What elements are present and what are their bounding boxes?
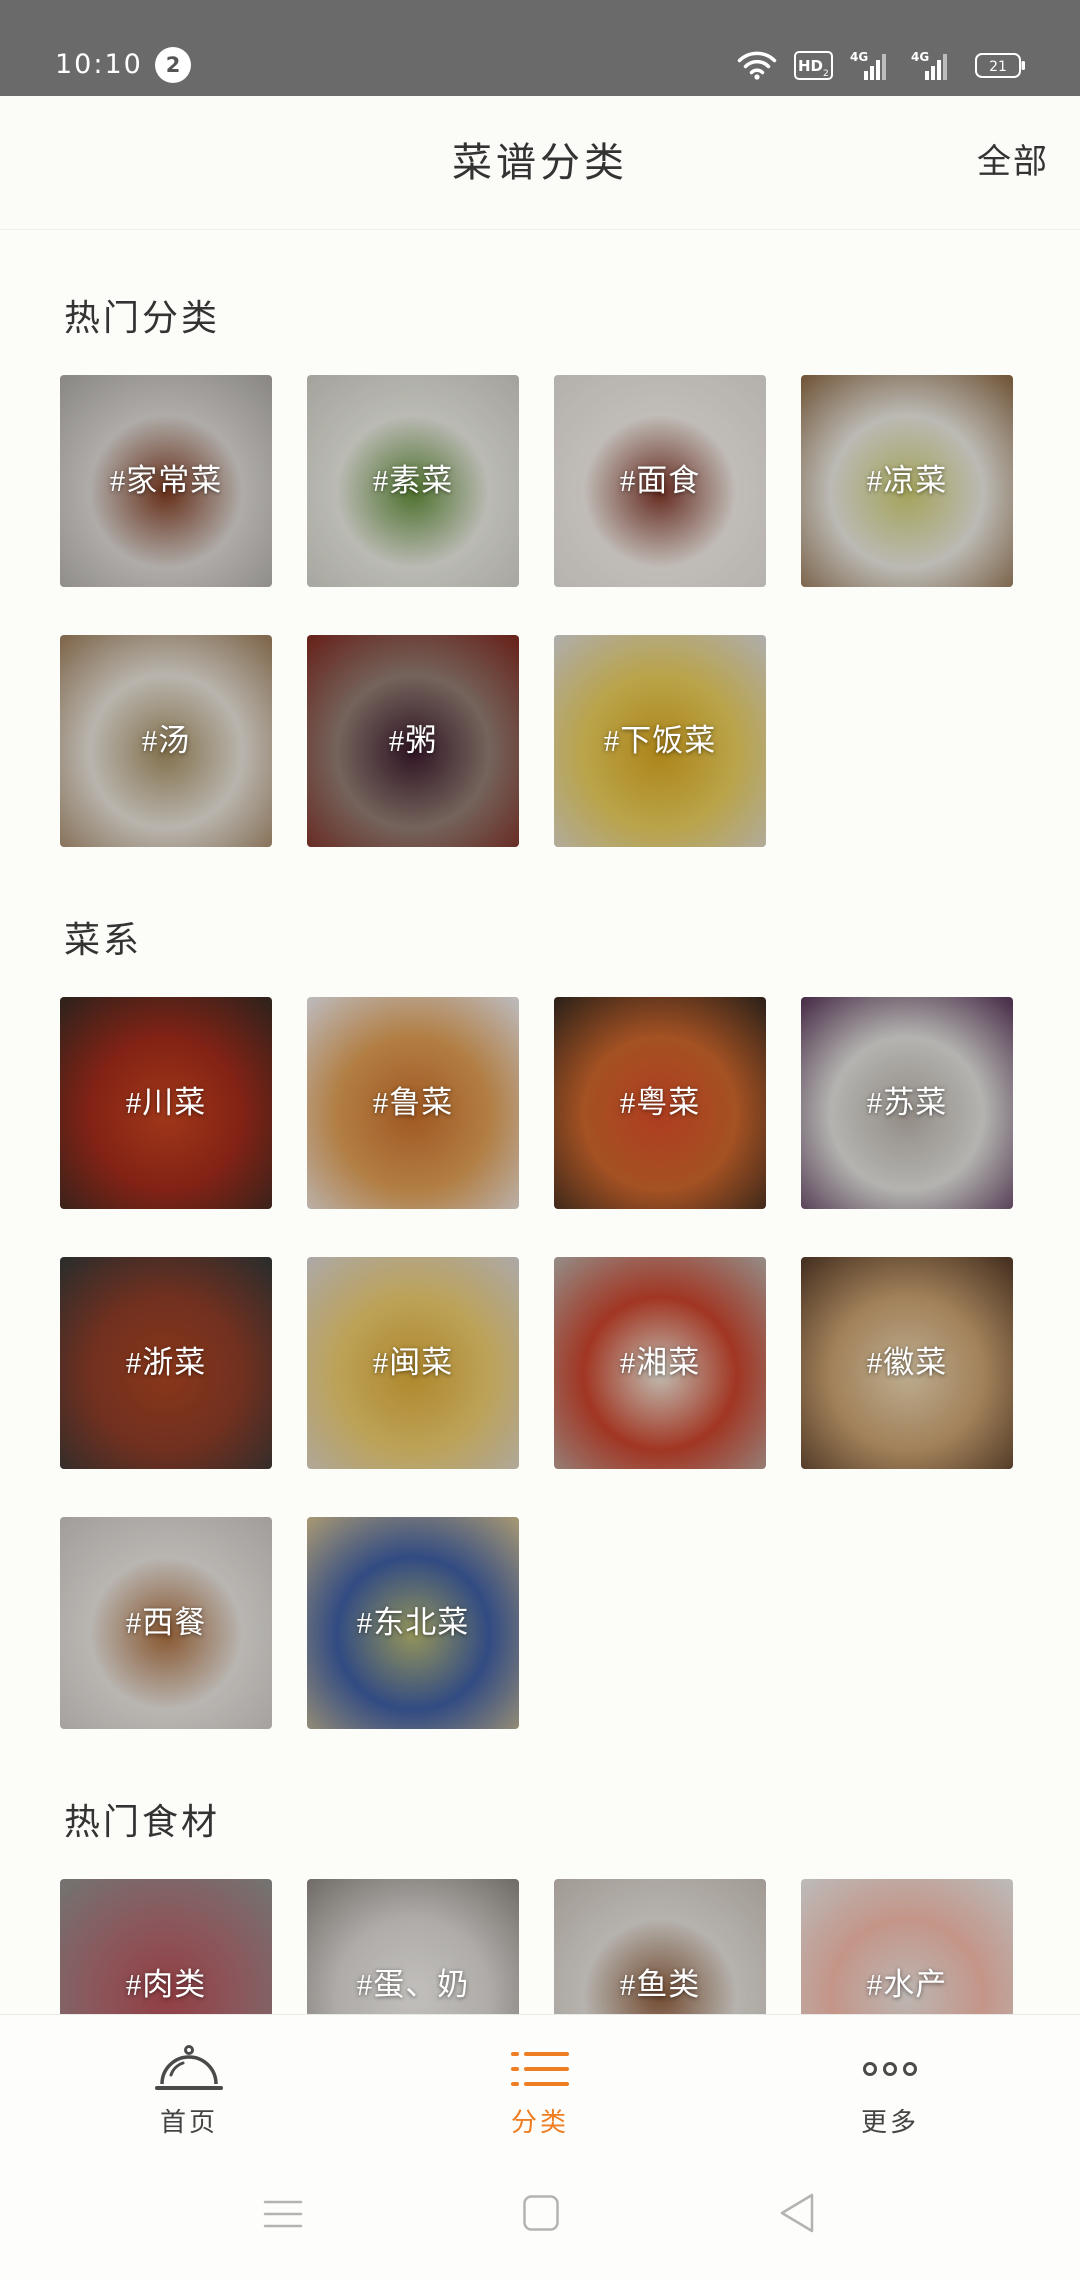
tile-label: #凉菜 (866, 463, 948, 498)
signal-icon-sim2: 4G (911, 50, 947, 80)
tile-hunan[interactable]: #湘菜 (554, 1257, 766, 1469)
tile-wheaten-food[interactable]: #面食 (554, 375, 766, 587)
tile-meat[interactable]: #肉类 (60, 1879, 272, 2014)
tile-label: #汤 (141, 723, 191, 758)
tile-label: #水产 (866, 1967, 948, 2002)
category-list[interactable]: 热门分类 #家常菜 #素菜 #面食 #凉菜 #汤 #粥 #下饭菜 菜系 #川菜 … (0, 230, 1080, 2014)
tile-shandong[interactable]: #鲁菜 (307, 997, 519, 1209)
tile-label: #下饭菜 (603, 723, 717, 758)
tile-label: #素菜 (372, 463, 454, 498)
section-title: 热门分类 (64, 298, 221, 338)
tile-rice-dishes[interactable]: #下饭菜 (554, 635, 766, 847)
tile-egg-dairy[interactable]: #蛋、奶 (307, 1879, 519, 2014)
tile-seafood[interactable]: #水产 (801, 1879, 1013, 2014)
clock: 10:10 (55, 49, 143, 80)
tile-jiangsu[interactable]: #苏菜 (801, 997, 1013, 1209)
notification-badge: 2 (155, 47, 191, 83)
tile-fujian[interactable]: #闽菜 (307, 1257, 519, 1469)
tile-vegetarian[interactable]: #素菜 (307, 375, 519, 587)
tile-grid: #家常菜 #素菜 #面食 #凉菜 #汤 #粥 #下饭菜 (60, 375, 1080, 847)
tile-label: #鲁菜 (372, 1085, 454, 1120)
system-navigation-bar (0, 2166, 1080, 2280)
network-type-sim2: 4G (911, 50, 929, 64)
tile-northeastern[interactable]: #东北菜 (307, 1517, 519, 1729)
hd-voice-icon: HD 2 (794, 51, 833, 80)
status-bar: 10:10 2 HD 2 4G 4G 21 (0, 0, 1080, 96)
signal-icon-sim1: 4G (850, 50, 886, 80)
tab-label: 更多 (860, 2108, 919, 2137)
tile-label: #蛋、奶 (356, 1967, 470, 2002)
battery-icon: 21 (975, 53, 1025, 78)
tile-label: #家常菜 (109, 463, 223, 498)
section-hot-ingredients: 热门食材 #肉类 #蛋、奶 #鱼类 #水产 (0, 1802, 1080, 2014)
section-cuisines: 菜系 #川菜 #鲁菜 #粤菜 #苏菜 #浙菜 #闽菜 #湘菜 #徽菜 #西餐 #… (0, 920, 1080, 1729)
tab-more[interactable]: 更多 (790, 2015, 990, 2165)
tile-label: #西餐 (125, 1605, 207, 1640)
tile-western[interactable]: #西餐 (60, 1517, 272, 1729)
tile-porridge[interactable]: #粥 (307, 635, 519, 847)
tile-grid: #肉类 #蛋、奶 #鱼类 #水产 (60, 1879, 1080, 2014)
tile-label: #粤菜 (619, 1085, 701, 1120)
tile-cantonese[interactable]: #粤菜 (554, 997, 766, 1209)
page-title: 菜谱分类 (452, 140, 628, 185)
tab-label: 首页 (159, 2108, 218, 2137)
tile-label: #苏菜 (866, 1085, 948, 1120)
tile-label: #浙菜 (125, 1345, 207, 1380)
tile-label: #面食 (619, 463, 701, 498)
tile-label: #徽菜 (866, 1345, 948, 1380)
menu-icon[interactable] (263, 2198, 303, 2230)
tile-label: #湘菜 (619, 1345, 701, 1380)
section-hot-categories: 热门分类 #家常菜 #素菜 #面食 #凉菜 #汤 #粥 #下饭菜 (0, 298, 1080, 847)
tab-label: 分类 (510, 2108, 569, 2137)
more-dots-icon (790, 2041, 990, 2097)
section-title: 热门食材 (64, 1802, 221, 1842)
hd-label: HD (798, 57, 823, 75)
app-header: 菜谱分类 全部 (0, 96, 1080, 230)
back-triangle-icon[interactable] (778, 2191, 816, 2235)
wifi-icon (737, 51, 777, 80)
tile-sichuan[interactable]: #川菜 (60, 997, 272, 1209)
tile-soup[interactable]: #汤 (60, 635, 272, 847)
tile-fish[interactable]: #鱼类 (554, 1879, 766, 2014)
tile-grid: #川菜 #鲁菜 #粤菜 #苏菜 #浙菜 #闽菜 #湘菜 #徽菜 #西餐 #东北菜 (60, 997, 1080, 1729)
tile-home-style[interactable]: #家常菜 (60, 375, 272, 587)
network-type-sim1: 4G (850, 50, 868, 64)
bottom-tab-bar: 首页 分类 更多 (0, 2014, 1080, 2166)
tile-label: #粥 (388, 723, 438, 758)
hd-sim-number: 2 (823, 69, 829, 79)
battery-level: 21 (989, 59, 1007, 75)
tile-label: #肉类 (125, 1967, 207, 2002)
list-icon (440, 2041, 640, 2097)
section-title: 菜系 (64, 920, 143, 960)
tile-label: #东北菜 (356, 1605, 470, 1640)
tile-zhejiang[interactable]: #浙菜 (60, 1257, 272, 1469)
tab-categories[interactable]: 分类 (440, 2015, 640, 2165)
tile-label: #鱼类 (619, 1967, 701, 2002)
tile-label: #川菜 (125, 1085, 207, 1120)
tile-cold-dishes[interactable]: #凉菜 (801, 375, 1013, 587)
all-categories-link[interactable]: 全部 (977, 96, 1049, 230)
cloche-icon (89, 2041, 289, 2097)
tab-home[interactable]: 首页 (89, 2015, 289, 2165)
tile-label: #闽菜 (372, 1345, 454, 1380)
tile-anhui[interactable]: #徽菜 (801, 1257, 1013, 1469)
home-square-icon[interactable] (522, 2194, 560, 2232)
